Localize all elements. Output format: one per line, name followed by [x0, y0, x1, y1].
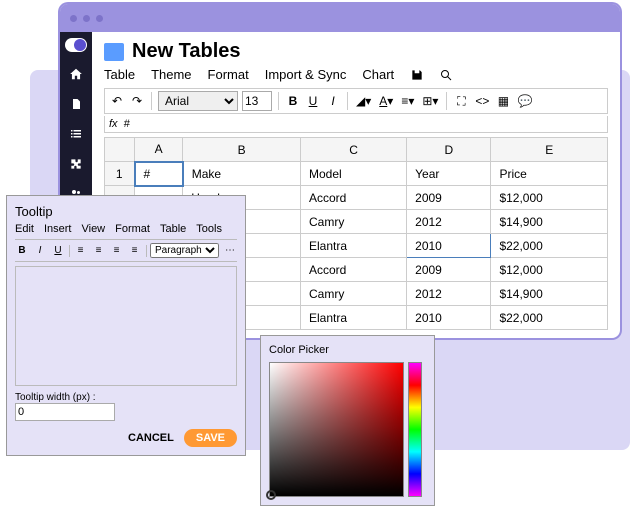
align-justify-icon[interactable]: ≡ — [128, 245, 142, 256]
font-select[interactable]: Arial — [158, 91, 238, 111]
search-icon[interactable] — [440, 69, 452, 81]
cell[interactable]: 2010 — [407, 234, 491, 258]
color-cursor-icon[interactable] — [266, 490, 276, 500]
cell[interactable]: 2009 — [407, 258, 491, 282]
col-header[interactable]: D — [407, 138, 491, 162]
page-title-text: New Tables — [132, 40, 241, 63]
page-title: New Tables — [104, 40, 608, 63]
cell[interactable]: Camry — [300, 210, 406, 234]
window-dot — [70, 15, 77, 22]
code-icon[interactable]: <> — [473, 91, 491, 111]
file-icon[interactable] — [68, 96, 84, 112]
col-header[interactable]: A — [135, 138, 183, 162]
fill-color-icon[interactable]: ◢▾ — [354, 91, 373, 111]
formula-bar: fx # — [104, 116, 608, 133]
cell[interactable]: 2010 — [407, 306, 491, 330]
menu-table[interactable]: Table — [104, 67, 135, 82]
font-size-input[interactable] — [242, 91, 272, 111]
menu-import-sync[interactable]: Import & Sync — [265, 67, 347, 82]
cell[interactable]: Accord — [300, 186, 406, 210]
color-picker-title: Color Picker — [269, 344, 426, 356]
tp-menu-tools[interactable]: Tools — [196, 223, 222, 235]
undo-icon[interactable]: ↶ — [109, 91, 125, 111]
list-icon[interactable] — [68, 126, 84, 142]
tooltip-toolbar: B I U ≡ ≡ ≡ ≡ Paragraph ⋯ — [15, 239, 237, 262]
align-icon[interactable]: ≡▾ — [399, 91, 416, 111]
toggle-icon[interactable] — [65, 38, 87, 52]
table-icon — [104, 43, 124, 61]
cell[interactable]: Camry — [300, 282, 406, 306]
underline-icon[interactable]: U — [51, 245, 65, 256]
home-icon[interactable] — [68, 66, 84, 82]
tooltip-title: Tooltip — [15, 204, 237, 219]
tp-menu-table[interactable]: Table — [160, 223, 186, 235]
tooltip-width-label: Tooltip width (px) : — [15, 392, 237, 403]
border-icon[interactable]: ⊞▾ — [420, 91, 440, 111]
fx-label: fx — [109, 118, 118, 130]
col-header[interactable]: C — [300, 138, 406, 162]
tooltip-menubar: Edit Insert View Format Table Tools — [15, 223, 237, 235]
tp-menu-insert[interactable]: Insert — [44, 223, 72, 235]
col-header[interactable]: E — [491, 138, 608, 162]
tp-menu-view[interactable]: View — [81, 223, 105, 235]
cell[interactable]: 2012 — [407, 210, 491, 234]
tooltip-panel: Tooltip Edit Insert View Format Table To… — [6, 195, 246, 456]
cell[interactable]: Accord — [300, 258, 406, 282]
align-right-icon[interactable]: ≡ — [110, 245, 124, 256]
row-header[interactable]: 1 — [105, 162, 135, 186]
menu-theme[interactable]: Theme — [151, 67, 191, 82]
cell[interactable]: 2012 — [407, 282, 491, 306]
expand-icon[interactable]: ⛶ — [453, 91, 469, 111]
cell[interactable]: Year — [407, 162, 491, 186]
cell[interactable]: 2009 — [407, 186, 491, 210]
tp-menu-edit[interactable]: Edit — [15, 223, 34, 235]
align-center-icon[interactable]: ≡ — [92, 245, 106, 256]
window-dot — [83, 15, 90, 22]
cell[interactable]: $22,000 — [491, 234, 608, 258]
cell[interactable]: # — [135, 162, 183, 186]
comment-icon[interactable]: 💬 — [515, 91, 534, 111]
puzzle-icon[interactable] — [68, 156, 84, 172]
fx-value[interactable]: # — [124, 118, 130, 130]
more-icon[interactable]: ⋯ — [223, 245, 237, 256]
bold-icon[interactable]: B — [285, 91, 301, 111]
paragraph-select[interactable]: Paragraph — [150, 243, 219, 258]
cell[interactable]: Model — [300, 162, 406, 186]
tooltip-editor[interactable] — [15, 266, 237, 386]
tp-menu-format[interactable]: Format — [115, 223, 150, 235]
redo-icon[interactable]: ↷ — [129, 91, 145, 111]
cell[interactable]: $14,900 — [491, 210, 608, 234]
cell[interactable]: $12,000 — [491, 258, 608, 282]
corner-cell[interactable] — [105, 138, 135, 162]
italic-icon[interactable]: I — [325, 91, 341, 111]
col-header[interactable]: B — [183, 138, 301, 162]
italic-icon[interactable]: I — [33, 245, 47, 256]
save-button[interactable]: SAVE — [184, 429, 237, 447]
menu-format[interactable]: Format — [208, 67, 249, 82]
bold-icon[interactable]: B — [15, 245, 29, 256]
titlebar — [60, 4, 620, 32]
cell[interactable]: $22,000 — [491, 306, 608, 330]
cell[interactable]: $12,000 — [491, 186, 608, 210]
menu-chart[interactable]: Chart — [362, 67, 394, 82]
format-toolbar: ↶ ↷ Arial B U I ◢▾ A▾ ≡▾ ⊞▾ ⛶ <> ▦ 💬 — [104, 88, 608, 114]
color-canvas[interactable] — [269, 362, 404, 497]
cell[interactable]: Elantra — [300, 234, 406, 258]
cell[interactable]: Elantra — [300, 306, 406, 330]
save-icon[interactable] — [410, 68, 424, 82]
cell[interactable]: Make — [183, 162, 301, 186]
window-dot — [96, 15, 103, 22]
tooltip-width-input[interactable] — [15, 403, 115, 421]
underline-icon[interactable]: U — [305, 91, 321, 111]
cell[interactable]: $14,900 — [491, 282, 608, 306]
menubar: Table Theme Format Import & Sync Chart — [104, 67, 608, 82]
color-picker-panel: Color Picker — [260, 335, 435, 506]
text-color-icon[interactable]: A▾ — [377, 91, 395, 111]
cell[interactable]: Price — [491, 162, 608, 186]
hue-slider[interactable] — [408, 362, 422, 497]
align-left-icon[interactable]: ≡ — [74, 245, 88, 256]
cancel-button[interactable]: CANCEL — [128, 432, 174, 444]
grid-icon[interactable]: ▦ — [495, 91, 511, 111]
